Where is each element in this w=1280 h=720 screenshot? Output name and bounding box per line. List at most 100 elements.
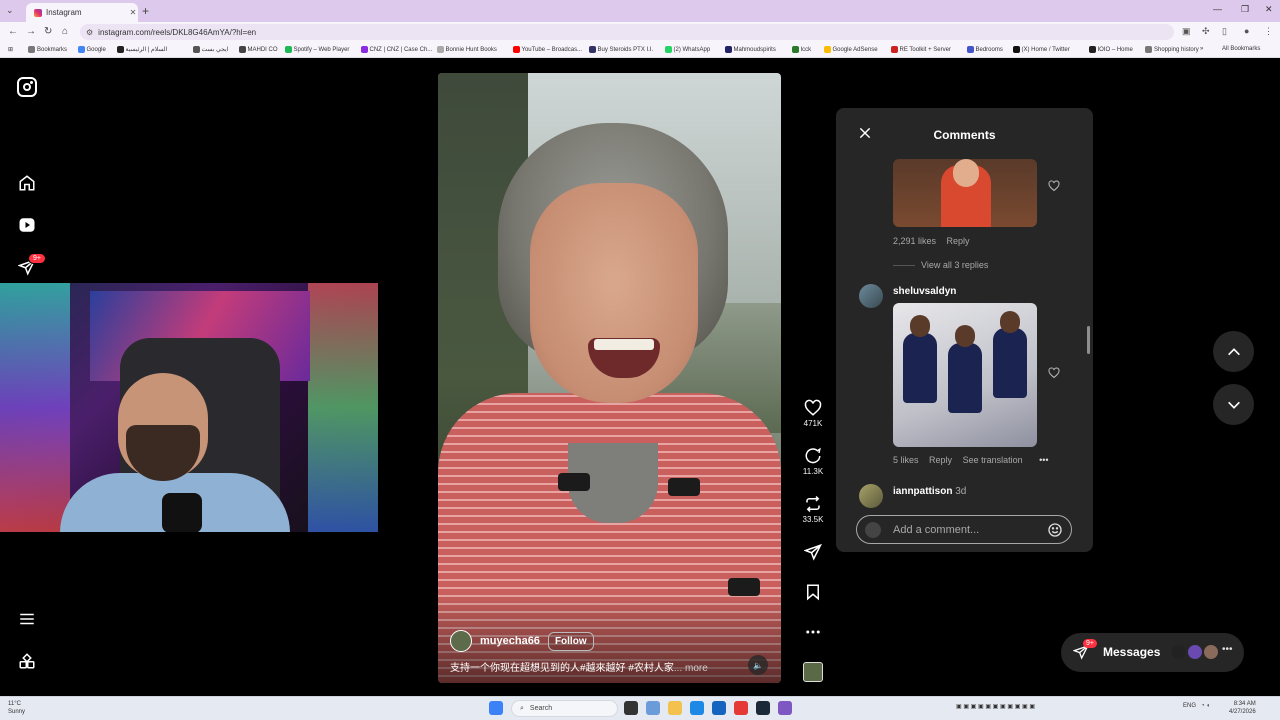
taskbar-search[interactable]: ⌕ Search: [511, 700, 618, 717]
bookmark-item[interactable]: CNZ | CNZ | Case Ch...: [360, 46, 432, 53]
edge-browser-icon[interactable]: [690, 701, 704, 715]
extensions-puzzle-icon[interactable]: ✣: [1202, 26, 1210, 37]
recent-chat-avatar[interactable]: [1187, 644, 1203, 660]
audio-thumbnail[interactable]: [803, 662, 823, 682]
author-username[interactable]: muyecha66: [480, 635, 540, 647]
bookmark-item[interactable]: Bookmarks: [28, 46, 67, 53]
address-bar[interactable]: ⚙ instagram.com/reels/DKL8G46AmYA/?hl=en: [80, 24, 1174, 40]
start-menu-icon[interactable]: [489, 701, 503, 715]
tab-list-chevron-icon[interactable]: ⌄: [6, 5, 14, 16]
comment-options-icon[interactable]: •••: [1039, 455, 1048, 465]
bookmark-item[interactable]: MAHDI CO: [238, 46, 278, 53]
copilot-icon[interactable]: [646, 701, 660, 715]
bookmark-item[interactable]: السلام | الرئيسية: [116, 46, 167, 53]
all-bookmarks-link[interactable]: All Bookmarks: [1222, 46, 1260, 52]
task-view-icon[interactable]: [624, 701, 638, 715]
bookmark-item[interactable]: Bedrooms: [966, 46, 1003, 53]
next-reel-button[interactable]: [1213, 384, 1254, 425]
messages-button[interactable]: 9+ Messages •••: [1061, 633, 1244, 672]
commenter-avatar[interactable]: [859, 484, 883, 508]
repost-action[interactable]: 33.5K: [797, 495, 829, 524]
bookmark-item[interactable]: Icck: [791, 46, 811, 53]
bookmark-item[interactable]: ايجي بست: [192, 46, 228, 53]
back-icon[interactable]: ←: [8, 26, 18, 37]
share-send-icon[interactable]: [804, 543, 822, 561]
minimize-icon[interactable]: —: [1213, 4, 1222, 14]
bookmark-item[interactable]: Buy Steroids PTX I.I.: [588, 46, 653, 53]
bookmark-item[interactable]: Shopping history: [1145, 46, 1199, 53]
reload-icon[interactable]: ↻: [44, 26, 52, 37]
bookmarks-overflow-icon[interactable]: »: [1200, 46, 1203, 52]
bookmark-item[interactable]: Bonnie Hunt Books: [436, 46, 497, 53]
commenter-avatar[interactable]: [859, 284, 883, 308]
bookmark-icon[interactable]: [804, 583, 822, 601]
recent-chat-avatar[interactable]: [1203, 644, 1219, 660]
repost-icon[interactable]: [804, 495, 822, 513]
browser-menu-icon[interactable]: ⋮: [1264, 26, 1273, 37]
bookmark-item[interactable]: (X) Home / Twitter: [1012, 46, 1070, 53]
comment-reply-button[interactable]: Reply: [929, 455, 952, 465]
bookmark-item[interactable]: Mahmoudspirits: [724, 46, 776, 53]
network-volume-icon[interactable]: ◔ ◖: [1201, 703, 1210, 709]
new-tab-button[interactable]: +: [142, 4, 149, 18]
comment-gif-image[interactable]: [893, 159, 1037, 227]
close-window-icon[interactable]: ✕: [1265, 4, 1273, 15]
bookmark-item[interactable]: (2) WhatsApp: [664, 46, 710, 53]
emoji-picker-icon[interactable]: [1047, 522, 1063, 543]
site-info-icon[interactable]: ⚙: [86, 28, 93, 37]
share-action[interactable]: [797, 543, 829, 561]
add-comment-field[interactable]: Add a comment...: [856, 515, 1072, 544]
save-action[interactable]: [797, 583, 829, 601]
bookmark-item[interactable]: YouTube – Broadcas...: [512, 46, 582, 53]
home-icon[interactable]: ⌂: [62, 26, 68, 37]
recent-chat-avatar[interactable]: [1171, 644, 1187, 660]
maximize-icon[interactable]: ❐: [1241, 4, 1249, 15]
comment-bubble-icon[interactable]: [804, 447, 822, 465]
language-indicator[interactable]: ENG: [1183, 703, 1196, 709]
reel-caption[interactable]: 支持一个你现在超想见到的人#越來越好 #农村人家... more: [450, 659, 750, 674]
view-replies-link[interactable]: View all 3 replies: [893, 260, 988, 270]
comment-username[interactable]: sheluvsaldyn: [893, 286, 956, 297]
comment-gif-image[interactable]: [893, 303, 1037, 447]
more-dots-icon[interactable]: [804, 623, 822, 641]
sidebar-toggle-icon[interactable]: ▯: [1222, 26, 1227, 37]
steam-icon[interactable]: [756, 701, 770, 715]
browser-tab-instagram[interactable]: Instagram ✕: [26, 3, 138, 22]
comment-reply-button[interactable]: Reply: [947, 236, 970, 246]
system-clock[interactable]: 8:34 AM 4/27/2026: [1229, 700, 1256, 716]
also-from-meta-icon[interactable]: [17, 651, 37, 671]
comment-like-heart-icon[interactable]: [1048, 179, 1060, 197]
mute-toggle-icon[interactable]: 🔈: [748, 655, 768, 675]
more-menu-icon[interactable]: [17, 609, 37, 629]
more-options-action[interactable]: [797, 623, 829, 641]
see-translation-link[interactable]: See translation: [963, 455, 1023, 465]
weather-widget[interactable]: 11°C Sunny: [8, 700, 25, 716]
caption-more-link[interactable]: ... more: [674, 663, 708, 674]
forward-icon[interactable]: →: [26, 26, 36, 37]
author-avatar[interactable]: [450, 630, 472, 652]
bookmark-item[interactable]: Google: [77, 46, 106, 53]
extension-icon[interactable]: ▣: [1182, 26, 1191, 37]
bookmark-item[interactable]: Spotify – Web Player: [284, 46, 349, 53]
heart-icon[interactable]: [804, 399, 822, 417]
tray-icons[interactable]: ▣ ▣ ▣ ▣ ▣ ▣ ▣ ▣ ▣ ▣ ▣: [956, 703, 1035, 710]
more-chats-icon[interactable]: •••: [1222, 644, 1233, 655]
apps-grid-icon[interactable]: ⊞: [8, 46, 13, 53]
like-action[interactable]: 471K: [797, 399, 829, 428]
comments-scroll-thumb[interactable]: [1087, 326, 1090, 354]
close-tab-icon[interactable]: ✕: [128, 8, 138, 17]
bookmark-item[interactable]: RE Toolkit + Server: [890, 46, 951, 53]
instagram-logo-icon[interactable]: [17, 77, 37, 97]
bookmark-item[interactable]: Google AdSense: [823, 46, 878, 53]
app-icon[interactable]: [778, 701, 792, 715]
file-explorer-icon[interactable]: [668, 701, 682, 715]
previous-reel-button[interactable]: [1213, 331, 1254, 372]
store-icon[interactable]: [712, 701, 726, 715]
comment-like-heart-icon[interactable]: [1048, 366, 1060, 384]
reels-icon[interactable]: [17, 215, 37, 235]
reel-video[interactable]: muyecha66 Follow 支持一个你现在超想见到的人#越來越好 #农村人…: [438, 73, 781, 683]
profile-avatar-icon[interactable]: ●: [1244, 26, 1249, 36]
comment-action[interactable]: 11.3K: [797, 447, 829, 476]
follow-button[interactable]: Follow: [547, 631, 594, 651]
comment-username[interactable]: iannpattison 3d: [893, 486, 966, 497]
